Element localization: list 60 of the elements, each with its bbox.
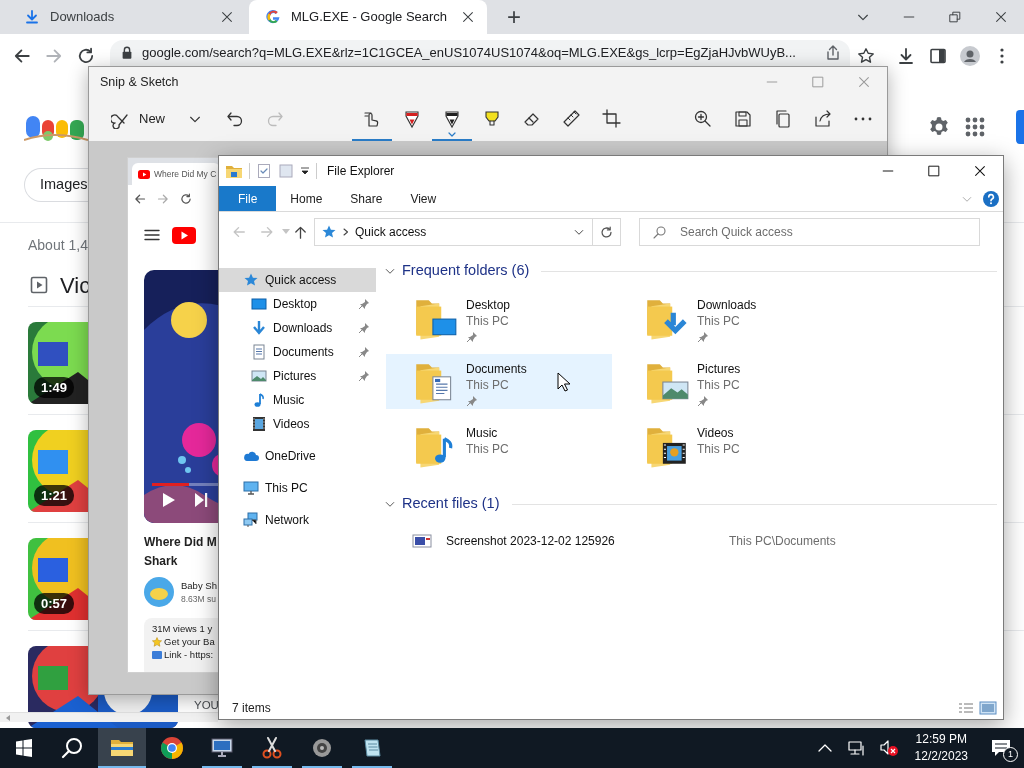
video-title[interactable]: Where Did M Shark — [144, 533, 220, 571]
filter-chip[interactable]: Images — [24, 168, 88, 202]
channel-name: YOU — [194, 698, 219, 712]
description-text: Get your Ba — [164, 635, 215, 648]
nav-item[interactable]: Music — [219, 388, 376, 412]
folder-tile[interactable]: Videos This PC — [617, 418, 843, 473]
ribbon-tab[interactable]: File — [219, 186, 277, 211]
folder-tile[interactable]: Pictures This PC — [617, 354, 843, 409]
folder-tile[interactable]: Music This PC — [386, 418, 612, 473]
ribbon-tab[interactable]: Share — [336, 186, 397, 211]
channel-name[interactable]: Baby Sh — [181, 578, 217, 593]
ribbon-tab[interactable]: View — [396, 186, 451, 211]
folder-location: This PC — [466, 377, 510, 393]
notification-badge: 1 — [1003, 747, 1018, 762]
folder-location: This PC — [466, 313, 510, 329]
window-title: Snip & Sketch — [100, 73, 179, 91]
folder-location: This PC — [697, 313, 741, 329]
section-header[interactable]: Recent files (1) — [384, 493, 500, 515]
search-field[interactable]: Search Quick access — [639, 218, 980, 246]
link-text[interactable]: Link - https: — [164, 648, 214, 661]
browser-tab[interactable]: Downloads — [8, 0, 246, 34]
new-snip-button[interactable]: New — [101, 102, 175, 136]
view-count: 31M views 1 y — [152, 622, 214, 635]
nav-item[interactable]: Network — [219, 508, 376, 532]
folder-tile[interactable]: Downloads This PC — [617, 290, 843, 345]
folder-tile[interactable]: Documents This PC — [386, 354, 612, 409]
section-header[interactable]: Frequent folders (6) — [384, 260, 530, 282]
nav-item[interactable]: Downloads — [219, 316, 376, 340]
folder-name: Documents — [466, 361, 527, 377]
time-text: 12:59 PM — [915, 731, 967, 748]
browser-tab[interactable]: MLG.EXE - Google Search — [249, 0, 487, 34]
section-heading: Vic — [60, 271, 91, 300]
address-bar[interactable]: Quick access — [314, 218, 593, 246]
ribbon-tab[interactable]: Home — [276, 186, 337, 211]
nav-item[interactable]: This PC — [219, 476, 376, 500]
nav-item[interactable]: Desktop — [219, 292, 376, 316]
folder-name: Desktop — [466, 297, 511, 313]
nav-item[interactable]: Videos — [219, 412, 376, 436]
folder-name: Videos — [697, 425, 735, 441]
window-title: File Explorer — [327, 163, 395, 180]
nav-item[interactable]: Pictures — [219, 364, 376, 388]
address-bar[interactable]: google.com/search?q=MLG.EXE&rlz=1C1GCEA_enUS1074US1074&oq=MLG.EXE&gs_lcrp=EgZjaHJvbWUyB... — [110, 40, 850, 66]
file-row[interactable]: Screenshot 2023-12-02 125926 This PC\Documents — [412, 527, 997, 555]
folder-location: This PC — [466, 441, 509, 457]
date-text: 12/2/2023 — [914, 748, 968, 765]
nav-item[interactable]: Documents — [219, 340, 376, 364]
new-tab-button[interactable]: + — [496, 0, 532, 34]
folder-location: This PC — [697, 377, 741, 393]
folder-name: Music — [466, 425, 499, 441]
nav-item[interactable]: OneDrive — [219, 444, 376, 468]
folder-location: This PC — [697, 441, 740, 457]
clock[interactable]: 12:59 PM 12/2/2023 — [904, 728, 978, 768]
nav-item[interactable]: Quick access — [219, 268, 376, 292]
result-stats: About 1,4 — [28, 236, 89, 253]
subscriber-count: 8.63M su — [181, 592, 217, 606]
item-count: 7 items — [232, 700, 271, 717]
folder-name: Pictures — [697, 361, 741, 377]
browser-tab[interactable]: Where Did My C — [132, 163, 220, 185]
folder-name: Downloads — [697, 297, 757, 313]
folder-tile[interactable]: Desktop This PC — [386, 290, 612, 345]
